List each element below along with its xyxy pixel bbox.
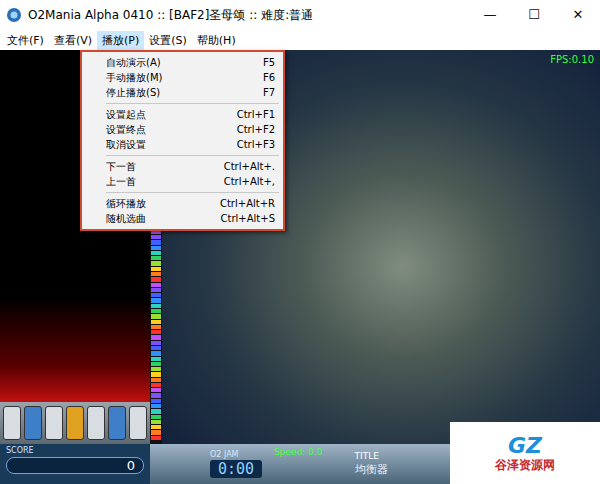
app-icon xyxy=(6,7,22,23)
window-control[interactable]: — xyxy=(468,0,512,30)
key-row xyxy=(0,402,150,444)
lane-key xyxy=(45,406,63,440)
time-display: 0:00 xyxy=(210,460,262,478)
menu-entry[interactable]: 循环播放Ctrl+Alt+R xyxy=(82,196,283,211)
score-panel: SCORE 0 xyxy=(0,444,150,484)
fps-counter: FPS:0.10 xyxy=(550,54,594,65)
lane-key xyxy=(108,406,126,440)
lane-key xyxy=(3,406,21,440)
window-title: O2Mania Alpha 0410 :: [BAF2]圣母颂 :: 难度:普通 xyxy=(28,7,468,24)
menu-item[interactable]: 查看(V) xyxy=(49,31,97,50)
menu-separator xyxy=(106,192,279,193)
game-area: FPS:0.10 SCORE 0 O2 JAM0:00 Speed: 0.0 TITLE均… xyxy=(0,50,600,484)
menu-entry[interactable]: 停止播放(S)F7 xyxy=(82,85,283,100)
menu-item[interactable]: 文件(F) xyxy=(2,31,49,50)
menu-separator xyxy=(106,155,279,156)
lane-key xyxy=(129,406,147,440)
menu-entry[interactable]: 上一首Ctrl+Alt+, xyxy=(82,174,283,189)
menu-entry[interactable]: 下一首Ctrl+Alt+. xyxy=(82,159,283,174)
score-label: SCORE xyxy=(6,446,144,455)
score-value: 0 xyxy=(6,457,144,474)
window-control[interactable]: ☐ xyxy=(512,0,556,30)
menu-item[interactable]: 设置(S) xyxy=(144,31,192,50)
menu-entry[interactable]: 设置终点Ctrl+F2 xyxy=(82,122,283,137)
menu-entry[interactable]: 自动演示(A)F5 xyxy=(82,55,283,70)
menu-item[interactable]: 播放(P) xyxy=(97,31,144,50)
menu-bar: 文件(F)查看(V)播放(P)设置(S)帮助(H) xyxy=(0,30,600,50)
app-window: O2Mania Alpha 0410 :: [BAF2]圣母颂 :: 难度:普通… xyxy=(0,0,600,484)
watermark-logo: GZ xyxy=(508,434,542,458)
window-control[interactable]: ✕ xyxy=(556,0,600,30)
title-label: TITLE xyxy=(355,451,379,461)
speed-label: Speed: 0.0 xyxy=(274,447,322,457)
watermark: GZ谷泽资源网 xyxy=(450,422,600,484)
watermark-text: 谷泽资源网 xyxy=(495,458,555,472)
brand-label: O2 JAM xyxy=(210,450,239,459)
equalizer-label[interactable]: 均衡器 xyxy=(355,462,388,477)
menu-entry[interactable]: 随机选曲Ctrl+Alt+S xyxy=(82,211,283,226)
lane-key xyxy=(24,406,42,440)
menu-entry[interactable]: 手动播放(M)F6 xyxy=(82,70,283,85)
menu-separator xyxy=(106,103,279,104)
play-menu: 自动演示(A)F5手动播放(M)F6停止播放(S)F7 设置起点Ctrl+F1设置… xyxy=(80,50,285,231)
menu-entry[interactable]: 设置起点Ctrl+F1 xyxy=(82,107,283,122)
title-bar: O2Mania Alpha 0410 :: [BAF2]圣母颂 :: 难度:普通… xyxy=(0,0,600,30)
lane-key xyxy=(87,406,105,440)
lane-key xyxy=(66,406,84,440)
menu-item[interactable]: 帮助(H) xyxy=(192,31,241,50)
menu-entry[interactable]: 取消设置Ctrl+F3 xyxy=(82,137,283,152)
